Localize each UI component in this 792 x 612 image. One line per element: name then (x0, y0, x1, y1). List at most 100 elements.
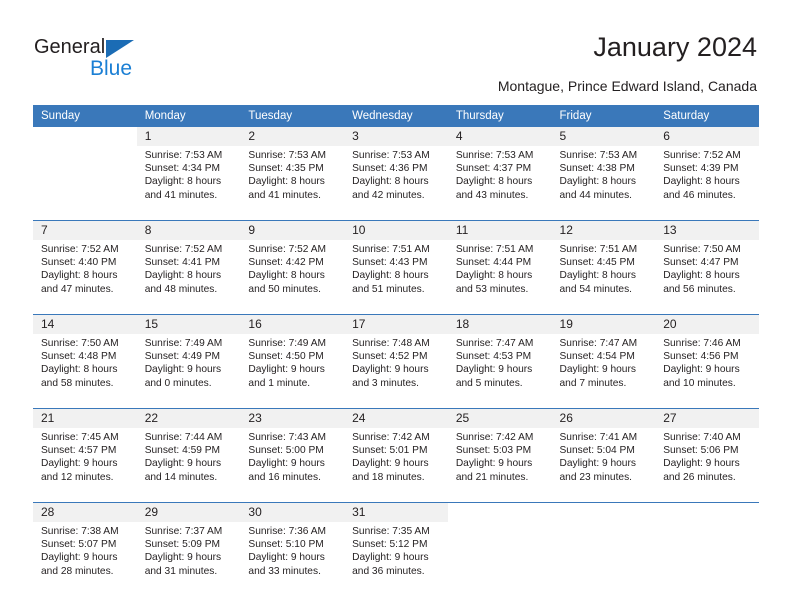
daylight-duration-line1: Daylight: 9 hours (144, 364, 222, 376)
day-sun-details: Sunrise: 7:50 AM Sunset: 4:47 PM Daylight:… (655, 240, 759, 315)
empty-day-cell (447, 502, 552, 522)
day-number[interactable]: 23 (240, 408, 345, 428)
day-sun-details: Sunrise: 7:47 AM Sunset: 4:53 PM Daylight:… (447, 334, 552, 409)
daylight-duration-line2: and 41 minutes. (144, 189, 218, 201)
empty-day-details (551, 522, 656, 596)
empty-day-cell (655, 502, 759, 522)
sunrise-time: Sunrise: 7:42 AM (352, 432, 430, 443)
day-number[interactable]: 17 (344, 314, 448, 334)
day-number[interactable]: 19 (551, 314, 656, 334)
calendar-week-details-row: Sunrise: 7:38 AM Sunset: 5:07 PM Daylight:… (33, 522, 759, 596)
day-number[interactable]: 9 (240, 220, 345, 240)
sunset-time: Sunset: 4:54 PM (559, 351, 635, 363)
day-number[interactable]: 29 (136, 502, 241, 522)
day-number[interactable]: 6 (655, 127, 759, 146)
calendar-week-details-row: Sunrise: 7:53 AM Sunset: 4:34 PM Daylight:… (33, 146, 759, 221)
daylight-duration-line1: Daylight: 8 hours (455, 176, 533, 188)
day-sun-details: Sunrise: 7:42 AM Sunset: 5:03 PM Daylight:… (447, 428, 552, 503)
daylight-duration-line2: and 16 minutes. (248, 471, 321, 483)
day-number[interactable]: 20 (655, 314, 759, 334)
day-number[interactable]: 12 (551, 220, 656, 240)
daylight-duration-line2: and 43 minutes. (455, 189, 529, 201)
page-title: January 2024 (593, 32, 757, 62)
sunrise-time: Sunrise: 7:49 AM (144, 338, 223, 349)
daylight-duration-line2: and 23 minutes. (559, 471, 633, 483)
day-number[interactable]: 14 (33, 314, 137, 334)
day-number[interactable]: 24 (344, 408, 448, 428)
weekday-header-thursday: Thursday (447, 105, 552, 127)
day-sun-details: Sunrise: 7:53 AM Sunset: 4:37 PM Daylight:… (447, 146, 552, 221)
day-number[interactable]: 8 (136, 220, 241, 240)
daylight-duration-line1: Daylight: 9 hours (144, 552, 222, 564)
daylight-duration-line1: Daylight: 9 hours (352, 364, 429, 376)
daylight-duration-line2: and 48 minutes. (144, 283, 218, 295)
day-sun-details: Sunrise: 7:52 AM Sunset: 4:40 PM Daylight:… (33, 240, 137, 315)
day-sun-details: Sunrise: 7:45 AM Sunset: 4:57 PM Daylight:… (33, 428, 137, 503)
daylight-duration-line1: Daylight: 9 hours (248, 458, 325, 470)
day-number[interactable]: 26 (551, 408, 656, 428)
day-number[interactable]: 30 (240, 502, 345, 522)
day-number[interactable]: 21 (33, 408, 137, 428)
calendar-week-details-row: Sunrise: 7:50 AM Sunset: 4:48 PM Daylight:… (33, 334, 759, 409)
day-sun-details: Sunrise: 7:52 AM Sunset: 4:42 PM Daylight:… (240, 240, 345, 315)
day-number[interactable]: 1 (136, 127, 241, 146)
sunset-time: Sunset: 5:09 PM (144, 539, 221, 551)
day-number[interactable]: 18 (447, 314, 552, 334)
sunset-time: Sunset: 4:38 PM (559, 163, 635, 175)
day-number[interactable]: 2 (240, 127, 345, 146)
daylight-duration-line2: and 33 minutes. (248, 565, 321, 577)
empty-day-cell (551, 502, 656, 522)
daylight-duration-line1: Daylight: 9 hours (455, 364, 533, 376)
sunrise-time: Sunrise: 7:43 AM (248, 432, 326, 443)
sunset-time: Sunset: 4:48 PM (41, 351, 117, 363)
daylight-duration-line1: Daylight: 8 hours (663, 176, 740, 188)
calendar-table: Sunday Monday Tuesday Wednesday Thursday… (33, 105, 759, 596)
sunset-time: Sunset: 5:04 PM (559, 445, 635, 457)
generalblue-logo[interactable]: General Blue (34, 36, 154, 84)
weekday-header-sunday: Sunday (33, 105, 137, 127)
day-number[interactable]: 5 (551, 127, 656, 146)
day-sun-details: Sunrise: 7:42 AM Sunset: 5:01 PM Daylight:… (344, 428, 448, 503)
daylight-duration-line2: and 18 minutes. (352, 471, 425, 483)
daylight-duration-line2: and 42 minutes. (352, 189, 425, 201)
day-number[interactable]: 13 (655, 220, 759, 240)
day-number[interactable]: 25 (447, 408, 552, 428)
sunrise-time: Sunrise: 7:53 AM (559, 150, 638, 161)
day-number[interactable]: 16 (240, 314, 345, 334)
daylight-duration-line1: Daylight: 8 hours (559, 270, 636, 282)
day-sun-details: Sunrise: 7:35 AM Sunset: 5:12 PM Daylight:… (344, 522, 448, 596)
day-number[interactable]: 7 (33, 220, 137, 240)
day-number[interactable]: 27 (655, 408, 759, 428)
day-number[interactable]: 15 (136, 314, 241, 334)
day-sun-details: Sunrise: 7:51 AM Sunset: 4:44 PM Daylight:… (447, 240, 552, 315)
sunset-time: Sunset: 5:12 PM (352, 539, 428, 551)
daylight-duration-line1: Daylight: 8 hours (663, 270, 740, 282)
day-number[interactable]: 28 (33, 502, 137, 522)
day-sun-details: Sunrise: 7:37 AM Sunset: 5:09 PM Daylight:… (136, 522, 241, 596)
daylight-duration-line2: and 14 minutes. (144, 471, 218, 483)
sunset-time: Sunset: 4:52 PM (352, 351, 428, 363)
calendar-page: General Blue January 2024 Montague, Prin… (0, 0, 792, 612)
day-sun-details: Sunrise: 7:50 AM Sunset: 4:48 PM Daylight:… (33, 334, 137, 409)
day-sun-details: Sunrise: 7:51 AM Sunset: 4:43 PM Daylight:… (344, 240, 448, 315)
day-number[interactable]: 31 (344, 502, 448, 522)
day-number[interactable]: 4 (447, 127, 552, 146)
sunset-time: Sunset: 4:47 PM (663, 257, 739, 269)
calendar-week-details-row: Sunrise: 7:52 AM Sunset: 4:40 PM Daylight:… (33, 240, 759, 315)
daylight-duration-line1: Daylight: 9 hours (559, 364, 636, 376)
sunrise-time: Sunrise: 7:51 AM (559, 244, 638, 255)
day-number[interactable]: 22 (136, 408, 241, 428)
daylight-duration-line2: and 3 minutes. (352, 377, 419, 389)
day-sun-details: Sunrise: 7:47 AM Sunset: 4:54 PM Daylight:… (551, 334, 656, 409)
page-subtitle: Montague, Prince Edward Island, Canada (497, 78, 757, 94)
day-sun-details: Sunrise: 7:38 AM Sunset: 5:07 PM Daylight:… (33, 522, 137, 596)
day-number[interactable]: 3 (344, 127, 448, 146)
day-number[interactable]: 11 (447, 220, 552, 240)
daylight-duration-line2: and 1 minute. (248, 377, 311, 389)
daylight-duration-line2: and 50 minutes. (248, 283, 321, 295)
sunrise-time: Sunrise: 7:53 AM (144, 150, 223, 161)
day-sun-details: Sunrise: 7:53 AM Sunset: 4:36 PM Daylight:… (344, 146, 448, 221)
day-number[interactable]: 10 (344, 220, 448, 240)
sunset-time: Sunset: 4:43 PM (352, 257, 428, 269)
daylight-duration-line1: Daylight: 8 hours (41, 270, 118, 282)
